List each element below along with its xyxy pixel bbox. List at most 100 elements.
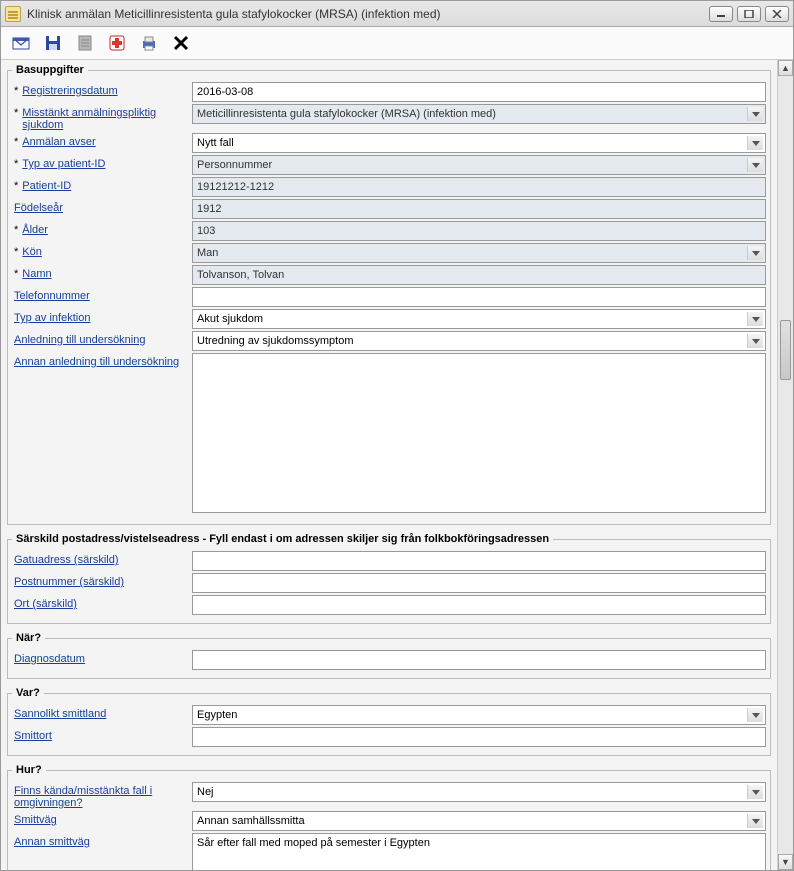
label-smittvag[interactable]: Smittväg <box>14 814 57 826</box>
field-namn[interactable]: Tolvanson, Tolvan <box>192 265 766 285</box>
field-anmalan-avser[interactable]: Nytt fall <box>192 133 766 153</box>
value-anmalan-avser: Nytt fall <box>197 137 234 149</box>
chevron-down-icon[interactable] <box>747 107 763 121</box>
field-registreringsdatum[interactable]: 2016-03-08 <box>192 82 766 102</box>
field-gatuadress[interactable] <box>192 551 766 571</box>
label-diagnosdatum[interactable]: Diagnosdatum <box>14 653 85 665</box>
medical-button[interactable] <box>107 33 127 53</box>
legend-sarskild: Särskild postadress/vistelseadress - Fyl… <box>12 533 553 545</box>
required-marker: * <box>14 180 18 192</box>
field-kon[interactable]: Man <box>192 243 766 263</box>
section-hur: Hur? Finns kända/misstänkta fall i omgiv… <box>7 764 771 870</box>
field-telefonnummer[interactable] <box>192 287 766 307</box>
vertical-scrollbar[interactable]: ▲ ▼ <box>777 60 793 870</box>
field-misstankt-sjukdom[interactable]: Meticillinresistenta gula stafylokocker … <box>192 104 766 124</box>
field-diagnosdatum[interactable] <box>192 650 766 670</box>
label-patientid[interactable]: Patient-ID <box>22 180 71 192</box>
label-ort[interactable]: Ort (särskild) <box>14 598 77 610</box>
required-marker: * <box>14 224 18 236</box>
label-registreringsdatum[interactable]: Registreringsdatum <box>22 85 117 97</box>
label-namn[interactable]: Namn <box>22 268 51 280</box>
label-annan-smittvag[interactable]: Annan smittväg <box>14 836 90 848</box>
app-icon <box>5 6 21 22</box>
field-patientid[interactable]: 19121212-1212 <box>192 177 766 197</box>
chevron-down-icon[interactable] <box>747 785 763 799</box>
label-smittort[interactable]: Smittort <box>14 730 52 742</box>
label-smittland[interactable]: Sannolikt smittland <box>14 708 106 720</box>
close-icon <box>772 10 782 18</box>
label-anledning[interactable]: Anledning till undersökning <box>14 334 145 346</box>
field-postnummer[interactable] <box>192 573 766 593</box>
x-icon <box>171 33 191 53</box>
save-button[interactable] <box>43 33 63 53</box>
titlebar: Klinisk anmälan Meticillinresistenta gul… <box>1 1 793 27</box>
label-kon[interactable]: Kön <box>22 246 42 258</box>
chevron-down-icon[interactable] <box>747 312 763 326</box>
legend-var: Var? <box>12 687 44 699</box>
scroll-down-button[interactable]: ▼ <box>778 854 793 870</box>
label-kanda-fall[interactable]: Finns kända/misstänkta fall i omgivninge… <box>14 785 188 809</box>
section-var: Var? Sannolikt smittland Egypten Smittor… <box>7 687 771 756</box>
cancel-button[interactable] <box>171 33 191 53</box>
value-anledning: Utredning av sjukdomssymptom <box>197 335 354 347</box>
required-marker: * <box>14 158 18 170</box>
label-fodelsear[interactable]: Födelseår <box>14 202 63 214</box>
legend-basuppgifter: Basuppgifter <box>12 64 88 76</box>
minimize-button[interactable] <box>709 6 733 22</box>
label-alder[interactable]: Ålder <box>22 224 48 236</box>
chevron-down-icon[interactable] <box>747 158 763 172</box>
required-marker: * <box>14 107 18 119</box>
section-basuppgifter: Basuppgifter * Registreringsdatum 2016-03… <box>7 64 771 525</box>
app-window: Klinisk anmälan Meticillinresistenta gul… <box>0 0 794 871</box>
field-anledning[interactable]: Utredning av sjukdomssymptom <box>192 331 766 351</box>
field-alder[interactable]: 103 <box>192 221 766 241</box>
label-typ-patientid[interactable]: Typ av patient-ID <box>22 158 105 170</box>
field-smittvag[interactable]: Annan samhällssmitta <box>192 811 766 831</box>
label-telefonnummer[interactable]: Telefonnummer <box>14 290 90 302</box>
label-typ-infektion[interactable]: Typ av infektion <box>14 312 90 324</box>
field-annan-smittvag[interactable]: Sår efter fall med moped på semester i E… <box>192 833 766 870</box>
chevron-down-icon[interactable] <box>747 708 763 722</box>
value-smittvag: Annan samhällssmitta <box>197 815 305 827</box>
value-typ-patientid: Personnummer <box>197 159 272 171</box>
field-annan-anledning[interactable] <box>192 353 766 513</box>
document-icon <box>75 33 95 53</box>
required-marker: * <box>14 85 18 97</box>
chevron-down-icon[interactable] <box>747 246 763 260</box>
minimize-icon <box>716 10 726 18</box>
scroll-up-button[interactable]: ▲ <box>778 60 793 76</box>
mail-button[interactable] <box>11 33 31 53</box>
required-marker: * <box>14 136 18 148</box>
field-smittort[interactable] <box>192 727 766 747</box>
close-button[interactable] <box>765 6 789 22</box>
required-marker: * <box>14 246 18 258</box>
label-annan-anledning[interactable]: Annan anledning till undersökning <box>14 356 179 368</box>
mail-icon <box>11 33 31 53</box>
print-button[interactable] <box>139 33 159 53</box>
field-ort[interactable] <box>192 595 766 615</box>
field-typ-infektion[interactable]: Akut sjukdom <box>192 309 766 329</box>
chevron-down-icon[interactable] <box>747 814 763 828</box>
label-postnummer[interactable]: Postnummer (särskild) <box>14 576 124 588</box>
value-smittland: Egypten <box>197 709 237 721</box>
field-fodelsear[interactable]: 1912 <box>192 199 766 219</box>
field-typ-patientid[interactable]: Personnummer <box>192 155 766 175</box>
document-button[interactable] <box>75 33 95 53</box>
medical-cross-icon <box>107 33 127 53</box>
chevron-down-icon[interactable] <box>747 334 763 348</box>
field-smittland[interactable]: Egypten <box>192 705 766 725</box>
maximize-icon <box>744 10 754 18</box>
maximize-button[interactable] <box>737 6 761 22</box>
legend-nar: När? <box>12 632 45 644</box>
label-gatuadress[interactable]: Gatuadress (särskild) <box>14 554 119 566</box>
value-typ-infektion: Akut sjukdom <box>197 313 263 325</box>
toolbar <box>1 27 793 60</box>
field-kanda-fall[interactable]: Nej <box>192 782 766 802</box>
form-content: Basuppgifter * Registreringsdatum 2016-03… <box>1 60 777 870</box>
window-title: Klinisk anmälan Meticillinresistenta gul… <box>27 7 709 21</box>
label-misstankt-sjukdom[interactable]: Misstänkt anmälningspliktig sjukdom <box>22 107 188 131</box>
label-anmalan-avser[interactable]: Anmälan avser <box>22 136 95 148</box>
scroll-thumb[interactable] <box>780 320 791 380</box>
chevron-down-icon[interactable] <box>747 136 763 150</box>
save-icon <box>43 33 63 53</box>
